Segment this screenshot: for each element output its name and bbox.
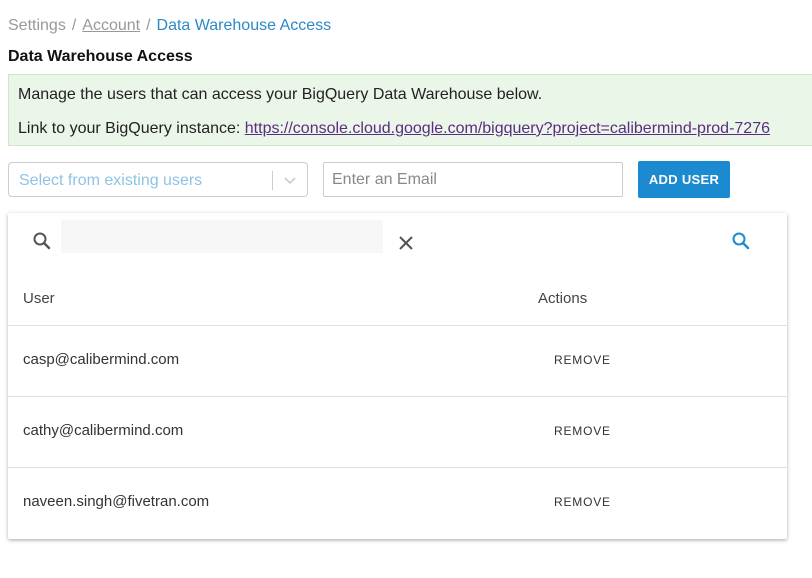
user-email: casp@calibermind.com <box>23 351 180 368</box>
breadcrumb: Settings / Account / Data Warehouse Access <box>8 17 331 35</box>
select-divider <box>272 171 273 190</box>
info-description: Manage the users that can access your Bi… <box>18 86 543 103</box>
existing-users-select[interactable]: Select from existing users <box>8 162 308 197</box>
user-email: cathy@calibermind.com <box>23 422 184 439</box>
column-header-user: User <box>23 290 55 307</box>
breadcrumb-settings: Settings <box>8 17 66 34</box>
bigquery-instance-link[interactable]: https://console.cloud.google.com/bigquer… <box>245 120 770 137</box>
users-table-card: User Actions casp@calibermind.com REMOVE… <box>8 213 787 539</box>
email-input[interactable] <box>323 162 623 197</box>
chevron-down-icon[interactable] <box>282 172 298 188</box>
table-body: casp@calibermind.com REMOVE cathy@calibe… <box>8 326 787 539</box>
remove-user-button[interactable]: REMOVE <box>544 491 621 513</box>
info-link-prefix: Link to your BigQuery instance: <box>18 120 245 137</box>
table-row: cathy@calibermind.com REMOVE <box>8 397 787 468</box>
remove-user-button[interactable]: REMOVE <box>544 349 621 371</box>
select-placeholder: Select from existing users <box>19 172 203 189</box>
user-email: naveen.singh@fivetran.com <box>23 493 210 510</box>
column-header-actions: Actions <box>538 290 588 307</box>
info-banner: Manage the users that can access your Bi… <box>8 74 812 146</box>
table-row: naveen.singh@fivetran.com REMOVE <box>8 468 787 539</box>
breadcrumb-separator: / <box>146 17 151 34</box>
close-icon[interactable] <box>398 235 414 251</box>
table-row: casp@calibermind.com REMOVE <box>8 326 787 397</box>
breadcrumb-current: Data Warehouse Access <box>156 17 332 34</box>
breadcrumb-account-link[interactable]: Account <box>82 17 140 34</box>
page-title: Data Warehouse Access <box>8 48 193 65</box>
search-submit-icon[interactable] <box>731 231 751 251</box>
table-header: User Actions <box>8 279 787 326</box>
table-search-input[interactable] <box>61 220 383 253</box>
search-icon <box>33 232 51 250</box>
remove-user-button[interactable]: REMOVE <box>544 420 621 442</box>
info-link-line: Link to your BigQuery instance: https://… <box>18 120 770 138</box>
breadcrumb-separator: / <box>71 17 77 34</box>
add-user-button[interactable]: ADD USER <box>638 161 730 198</box>
